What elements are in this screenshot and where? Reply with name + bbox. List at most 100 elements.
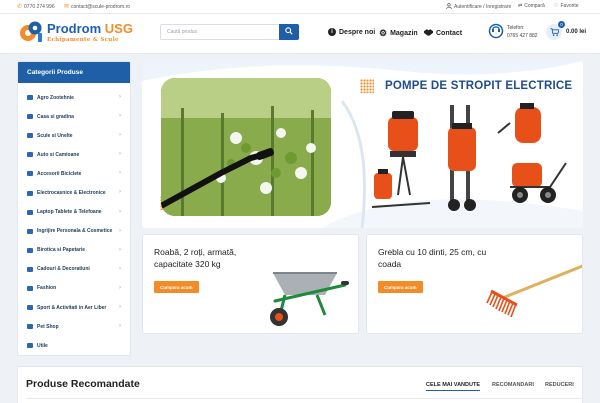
search-icon (285, 27, 293, 37)
promo-card-wheelbarrow[interactable]: Roabă, 2 roți, armată, capacitate 320 kg… (142, 234, 359, 334)
sidebar-item-home-garden[interactable]: Casa si gradina › (18, 107, 130, 126)
chevron-right-icon: › (119, 132, 121, 139)
nav-contact-label: Contact (436, 29, 463, 37)
support-icon (488, 23, 504, 41)
sidebar-item-fashion[interactable]: Fashion › (18, 279, 130, 298)
cart-total: 0.00 lei (566, 29, 587, 35)
handshake-icon (424, 28, 433, 38)
nav-contact[interactable]: Contact (424, 28, 462, 38)
box-icon (27, 343, 33, 349)
sport-icon (27, 305, 33, 311)
cart-count-badge: 0 (558, 21, 565, 28)
buy-now-button[interactable]: Cumpara acum (378, 281, 423, 293)
tab-recommendations[interactable]: RECOMANDARI (492, 382, 534, 388)
sidebar-item-label: Sport & Activitati in Aer Liber (37, 304, 107, 311)
hero-banner[interactable]: POMPE DE STROPIT ELECTRICE (142, 61, 583, 228)
chevron-right-icon: › (119, 208, 121, 215)
rake-image (486, 264, 582, 318)
nav-about[interactable]: i Despre noi (328, 28, 375, 36)
hero-title: POMPE DE STROPIT ELECTRICE (385, 80, 573, 92)
gear-icon: ⚙ (379, 28, 388, 38)
search-button[interactable] (279, 24, 299, 40)
pencil-icon (27, 247, 33, 253)
phone-label: Telefon: (507, 25, 525, 31)
nav-shop-label: Magazin (390, 30, 418, 37)
logo-gear-icon (18, 19, 44, 45)
recommended-products: Produse Recomandate CELE MAI VANDUTE REC… (17, 366, 583, 403)
sidebar-item-electronics[interactable]: Electrocasnice & Electronice › (18, 183, 130, 202)
sidebar-item-stationery[interactable]: Birotica si Papetarie › (18, 241, 130, 260)
hero-photo-sprayer (161, 78, 331, 216)
category-sidebar: Categorii Produse Agro Zootehnie › Casa s… (17, 61, 131, 356)
cart-button[interactable]: 0 0.00 lei (546, 21, 587, 40)
chevron-right-icon: › (119, 227, 121, 234)
bicycle-icon (27, 171, 33, 177)
chevron-right-icon: › (119, 265, 121, 272)
gift-icon (27, 266, 33, 272)
sidebar-item-sport[interactable]: Sport & Activitati in Aer Liber › (18, 298, 130, 317)
sidebar-item-bicycle[interactable]: Accesorii Biciclete › (18, 164, 130, 183)
logo-tagline: Echipamente & Scule (47, 36, 119, 43)
sidebar-item-pet-shop[interactable]: Pet Shop › (18, 317, 130, 336)
shirt-icon (27, 285, 33, 291)
search-input[interactable] (161, 25, 279, 39)
sidebar-item-label: Birotica si Papetarie (37, 247, 86, 254)
favorites-link-text: Favorite (560, 3, 579, 9)
topbar-phone[interactable]: ✆ 0770 274 996 (17, 3, 55, 11)
chevron-right-icon: › (119, 189, 121, 196)
compare-link[interactable]: ⇄ Compară (518, 3, 545, 9)
chevron-right-icon: › (119, 170, 121, 177)
car-icon (27, 152, 33, 158)
cart-icon: 0 (546, 21, 565, 40)
sprayer-products-image (371, 103, 567, 211)
sidebar-item-label: Electrocasnice & Electronice (37, 190, 106, 197)
cosmetics-icon (27, 228, 33, 234)
topbar-phone-text: 0770 274 996 (24, 3, 55, 10)
sidebar-item-label: Fashion (37, 285, 57, 292)
logo-name: Prodrom USG (47, 20, 133, 36)
tab-best-sellers[interactable]: CELE MAI VANDUTE (426, 382, 480, 391)
chevron-right-icon: › (119, 94, 121, 100)
section-title: Produse Recomandate (26, 378, 140, 390)
logo[interactable]: Prodrom USG Echipamente & Scule (18, 19, 133, 45)
promo-title: Roabă, 2 roți, armată, capacitate 320 kg (154, 247, 237, 269)
sidebar-item-label: Cadouri & Decoratiuni (37, 266, 90, 273)
buy-now-button[interactable]: Cumpara acum (154, 281, 199, 293)
sidebar-item-auto[interactable]: Auto si Camioane › (18, 145, 130, 164)
sidebar-item-label: Laptop Tablete & Telefoane (37, 209, 102, 216)
topbar-email-text: contact@scule-prodrom.ro (71, 3, 131, 10)
sidebar-item-tools[interactable]: Scule si Unelte › (18, 126, 130, 145)
appliance-icon (27, 190, 33, 196)
auth-link-text: Autentificare / Inregistrare (454, 4, 512, 10)
sidebar-item-laptops[interactable]: Laptop Tablete & Telefoane › (18, 203, 130, 222)
sidebar-item-useful[interactable]: Utile (18, 336, 130, 355)
favorites-link[interactable]: ♡ Favorite (554, 3, 579, 9)
chevron-right-icon: › (119, 304, 121, 311)
phone-number: 0765 427 882 (507, 33, 538, 39)
sidebar-title: Categorii Produse (18, 62, 130, 83)
sidebar-item-cosmetics[interactable]: Ingrijire Personala & Cosmetice › (18, 222, 130, 241)
compare-icon: ⇄ (518, 3, 523, 9)
promo-title: Grebla cu 10 dinti, 25 cm, cu coada (378, 247, 487, 269)
chevron-right-icon: › (119, 113, 121, 120)
sidebar-item-label: Agro Zootehnie (37, 94, 74, 101)
auth-link[interactable]: Autentificare / Inregistrare (446, 3, 511, 11)
sidebar-item-label: Accesorii Biciclete (37, 170, 82, 177)
sidebar-item-gifts[interactable]: Cadouri & Decoratiuni › (18, 260, 130, 279)
info-icon: i (328, 28, 336, 36)
chevron-right-icon: › (119, 246, 121, 253)
sidebar-item-agro[interactable]: Agro Zootehnie › (18, 88, 130, 107)
mail-icon: ✉ (64, 4, 70, 10)
decor-dots (360, 79, 374, 93)
tab-discounts[interactable]: REDUCERI (545, 382, 574, 388)
topbar-email[interactable]: ✉ contact@scule-prodrom.ro (64, 3, 131, 11)
paw-icon (27, 324, 33, 330)
sidebar-item-label: Utile (37, 342, 48, 349)
nav-shop[interactable]: ⚙ Magazin (379, 28, 418, 39)
user-icon (446, 3, 452, 11)
promo-card-rake[interactable]: Grebla cu 10 dinti, 25 cm, cu coada Cump… (366, 234, 583, 334)
phone-icon: ✆ (17, 4, 23, 10)
sidebar-item-label: Pet Shop (37, 323, 59, 330)
heart-icon: ♡ (554, 3, 559, 9)
header-phone[interactable]: Telefon: 0765 427 882 (488, 23, 538, 41)
